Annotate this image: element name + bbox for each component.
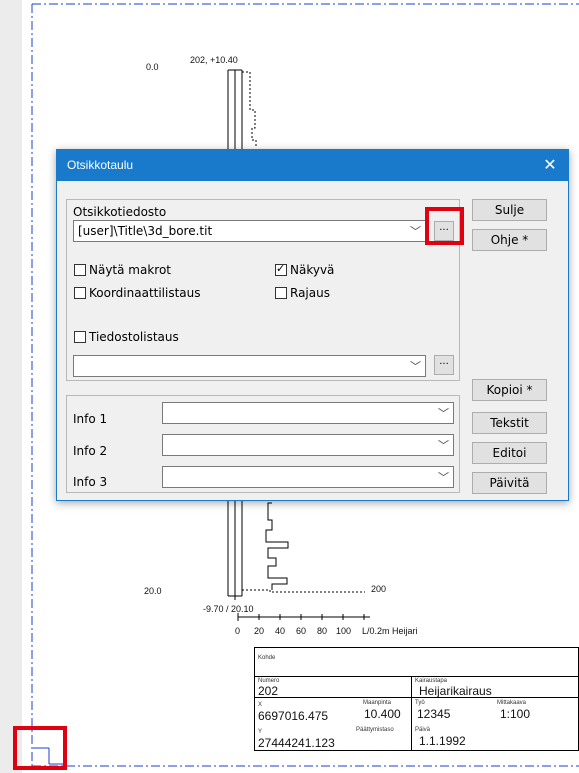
info-2-dropdown[interactable]: ﹀ [162, 434, 454, 456]
nayta-makrot-label: Näytä makrot [89, 263, 172, 277]
chevron-down-icon: ﹀ [410, 225, 421, 238]
tiedosto-checkbox[interactable] [74, 331, 86, 343]
tyo-value: 12345 [417, 707, 451, 721]
top-depth-label: 0.0 [146, 62, 159, 72]
paattymistaso-label: Päättymistaso [356, 727, 394, 733]
ohje-button[interactable]: Ohje * [472, 229, 547, 251]
dialog-title: Otsikkotaulu [67, 158, 134, 172]
chevron-down-icon: ﹀ [438, 439, 449, 452]
paiva-label: Päivä [415, 727, 431, 733]
y-label: Y [258, 729, 263, 735]
x-value: 6697016.475 [258, 709, 329, 723]
axis-tick-20: 20 [254, 626, 265, 636]
top-elevation-label: 202, +10.40 [190, 55, 238, 65]
title-file-value: [user]\Title\3d_bore.tit [78, 224, 213, 238]
maanpinta-value: 10.400 [364, 707, 401, 721]
axis-tick-60: 60 [296, 626, 307, 636]
axis-tick-80: 80 [317, 626, 328, 636]
info-3-dropdown[interactable]: ﹀ [162, 466, 454, 488]
file-group-label: Otsikkotiedosto [73, 205, 167, 219]
rajaus-label: Rajaus [290, 286, 330, 300]
dialog-titlebar[interactable]: Otsikkotaulu ✕ [57, 150, 568, 181]
curve-end-label: 200 [371, 584, 387, 594]
axis-tick-100: 100 [336, 626, 352, 636]
kairaustapa-value: Heijarikairaus [419, 684, 492, 698]
chevron-down-icon: ﹀ [410, 360, 421, 373]
sulje-button[interactable]: Sulje [472, 199, 547, 221]
kohde-label: Kohde [258, 655, 276, 661]
nayta-makrot-checkbox[interactable] [74, 264, 86, 276]
tiedosto-label: Tiedostolistaus [89, 330, 179, 344]
browse-highlight [425, 207, 464, 245]
rajaus-checkbox[interactable] [275, 287, 287, 299]
info-2-label: Info 2 [73, 444, 108, 458]
close-icon[interactable]: ✕ [532, 150, 568, 181]
editoi-button[interactable]: Editoi [472, 442, 547, 464]
title-file-dropdown[interactable]: [user]\Title\3d_bore.tit ﹀ [73, 220, 426, 242]
axis-tick-0: 0 [235, 626, 241, 636]
x-label: X [258, 702, 263, 708]
koordinaatti-checkbox[interactable] [74, 287, 86, 299]
bottom-depth-label: 20.0 [144, 586, 162, 596]
numero-value: 202 [258, 684, 279, 698]
paiva-value: 1.1.1992 [419, 734, 466, 748]
paivita-button[interactable]: Päivitä [472, 472, 547, 494]
y-value: 27444241.123 [258, 736, 335, 750]
otsikkotaulu-dialog: Otsikkotaulu ✕ Otsikkotiedosto [user]\Ti… [56, 149, 569, 501]
tekstit-button[interactable]: Tekstit [472, 412, 547, 434]
info-1-label: Info 1 [73, 412, 108, 426]
nakyva-checkbox[interactable] [275, 262, 287, 276]
nakyva-label: Näkyvä [290, 263, 335, 277]
tyo-label: Työ [415, 700, 425, 706]
axis-tick-40: 40 [275, 626, 286, 636]
bottom-elevation-label: -9.70 / 20.10 [203, 604, 254, 614]
info-3-label: Info 3 [73, 475, 108, 489]
browse-list-button[interactable]: ... [434, 355, 454, 375]
file-list-dropdown[interactable]: ﹀ [73, 355, 426, 377]
mittakaava-label: Mittakaava [497, 700, 527, 706]
info-1-dropdown[interactable]: ﹀ [162, 402, 454, 424]
koordinaatti-label: Koordinaattilistaus [89, 286, 201, 300]
origin-highlight [13, 726, 67, 770]
chevron-down-icon: ﹀ [438, 407, 449, 420]
mittakaava-value: 1:100 [500, 707, 531, 721]
kopioi-button[interactable]: Kopioi * [472, 379, 547, 401]
axis-caption: L/0.2m Heijari [362, 626, 418, 636]
maanpinta-label: Maanpinta [363, 700, 392, 706]
chevron-down-icon: ﹀ [438, 471, 449, 484]
